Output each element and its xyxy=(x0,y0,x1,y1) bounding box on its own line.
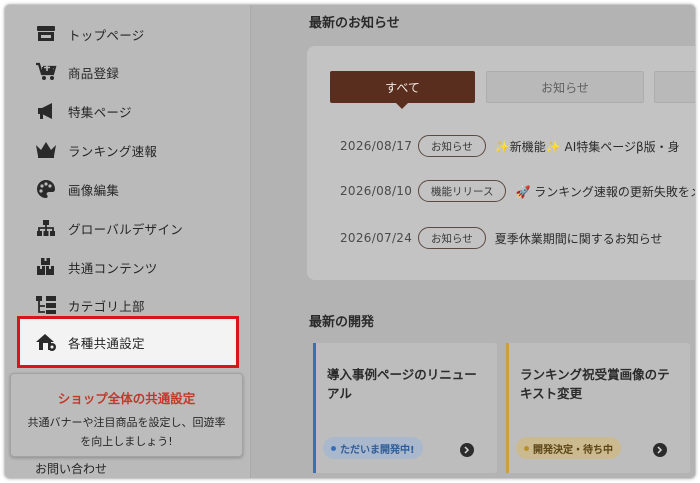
boxes-icon xyxy=(35,256,57,278)
dev-status-badge: 開発決定・待ち中 xyxy=(516,437,621,459)
palette-icon xyxy=(35,178,57,200)
dev-card[interactable]: 導入事例ページのリニューアル ただいま開発中! xyxy=(313,343,497,473)
chevron-right-icon[interactable] xyxy=(653,443,667,457)
dev-status-badge: ただいま開発中! xyxy=(323,437,423,459)
cart-add-icon xyxy=(35,61,57,83)
house-gear-icon xyxy=(35,331,57,353)
sidebar-item-ranking[interactable]: ランキング速報 xyxy=(5,133,251,167)
sidebar: トップページ 商品登録 特集ページ ランキング速報 画像編集 グローバルデザイン… xyxy=(5,5,251,478)
news-item[interactable]: 2026/08/10 機能リリース 🚀 ランキング速報の更新失敗をメ xyxy=(340,179,696,203)
sidebar-item-label: カテゴリ上部 xyxy=(68,298,145,314)
news-date: 2026/07/24 xyxy=(340,231,413,245)
news-badge: 機能リリース xyxy=(418,180,507,202)
dev-card-accent xyxy=(506,343,509,473)
chevron-right-icon[interactable] xyxy=(460,443,474,457)
sidebar-item-feature-page[interactable]: 特集ページ xyxy=(5,94,251,128)
crown-icon xyxy=(35,139,57,161)
sitemap-icon xyxy=(35,217,57,239)
dev-card-title: ランキング祝受賞画像のテキスト変更 xyxy=(520,367,670,401)
megaphone-icon xyxy=(35,100,57,122)
sidebar-item-label: 各種共通設定 xyxy=(68,335,145,351)
news-text: 夏季休業期間に関するお知らせ xyxy=(494,231,663,246)
tab-more[interactable] xyxy=(654,71,695,103)
dev-section-title: 最新の開発 xyxy=(309,315,375,330)
dev-status-label: 開発決定・待ち中 xyxy=(533,444,613,456)
dev-status-label: ただいま開発中! xyxy=(340,444,415,456)
news-date: 2026/08/10 xyxy=(340,184,413,198)
tooltip-body-line: 共通バナーや注目商品を設定し、回遊率 xyxy=(27,416,226,429)
tooltip-title: ショップ全体の共通設定 xyxy=(57,391,196,406)
dev-card[interactable]: ランキング祝受賞画像のテキスト変更 開発決定・待ち中 xyxy=(506,343,690,473)
sidebar-item-common-contents[interactable]: 共通コンテンツ xyxy=(5,250,251,284)
store-icon xyxy=(35,23,57,45)
main-content: 最新のお知らせ すべて お知らせ 2026/08/17 お知らせ ✨新機能✨ A… xyxy=(251,5,696,478)
dev-card-accent xyxy=(313,343,316,473)
news-text: 🚀 ランキング速報の更新失敗をメ xyxy=(515,184,696,199)
tab-notice[interactable]: お知らせ xyxy=(486,71,644,103)
tooltip-body: 共通バナーや注目商品を設定し、回遊率 を向上しましょう! xyxy=(11,413,242,451)
news-badge: お知らせ xyxy=(418,227,486,249)
news-card: すべて お知らせ 2026/08/17 お知らせ ✨新機能✨ AI特集ページβ版… xyxy=(307,46,696,280)
sidebar-item-image-edit[interactable]: 画像編集 xyxy=(5,172,251,206)
news-item[interactable]: 2026/07/24 お知らせ 夏季休業期間に関するお知らせ xyxy=(340,226,663,250)
sidebar-item-common-settings[interactable]: 各種共通設定 xyxy=(5,325,251,359)
sidebar-item-top[interactable]: トップページ xyxy=(5,17,251,51)
sidebar-item-label: トップページ xyxy=(68,27,145,43)
app-window: トップページ 商品登録 特集ページ ランキング速報 画像編集 グローバルデザイン… xyxy=(4,4,696,479)
sidebar-item-label: グローバルデザイン xyxy=(68,221,184,237)
news-item[interactable]: 2026/08/17 お知らせ ✨新機能✨ AI特集ページβ版・身 xyxy=(340,134,680,158)
sidebar-item-contact[interactable]: お問い合わせ xyxy=(35,460,107,477)
sidebar-item-label: 商品登録 xyxy=(68,65,120,81)
news-text: ✨新機能✨ AI特集ページβ版・身 xyxy=(494,139,680,154)
tab-all[interactable]: すべて xyxy=(330,71,475,109)
news-section-title: 最新のお知らせ xyxy=(309,16,400,31)
status-dot-icon xyxy=(524,445,529,451)
category-tree-icon xyxy=(35,294,57,316)
sidebar-item-label: ランキング速報 xyxy=(68,143,158,159)
settings-tooltip: ショップ全体の共通設定 共通バナーや注目商品を設定し、回遊率 を向上しましょう! xyxy=(10,373,243,457)
tooltip-body-line: を向上しましょう! xyxy=(80,435,173,448)
status-dot-icon xyxy=(331,445,336,451)
dev-card-title: 導入事例ページのリニューアル xyxy=(327,367,477,401)
sidebar-item-product-register[interactable]: 商品登録 xyxy=(5,55,251,89)
news-badge: お知らせ xyxy=(418,135,486,157)
sidebar-item-label: 画像編集 xyxy=(68,182,120,198)
sidebar-item-global-design[interactable]: グローバルデザイン xyxy=(5,211,251,245)
sidebar-item-label: 共通コンテンツ xyxy=(68,260,158,276)
news-date: 2026/08/17 xyxy=(340,139,413,153)
sidebar-item-label: 特集ページ xyxy=(68,104,132,120)
